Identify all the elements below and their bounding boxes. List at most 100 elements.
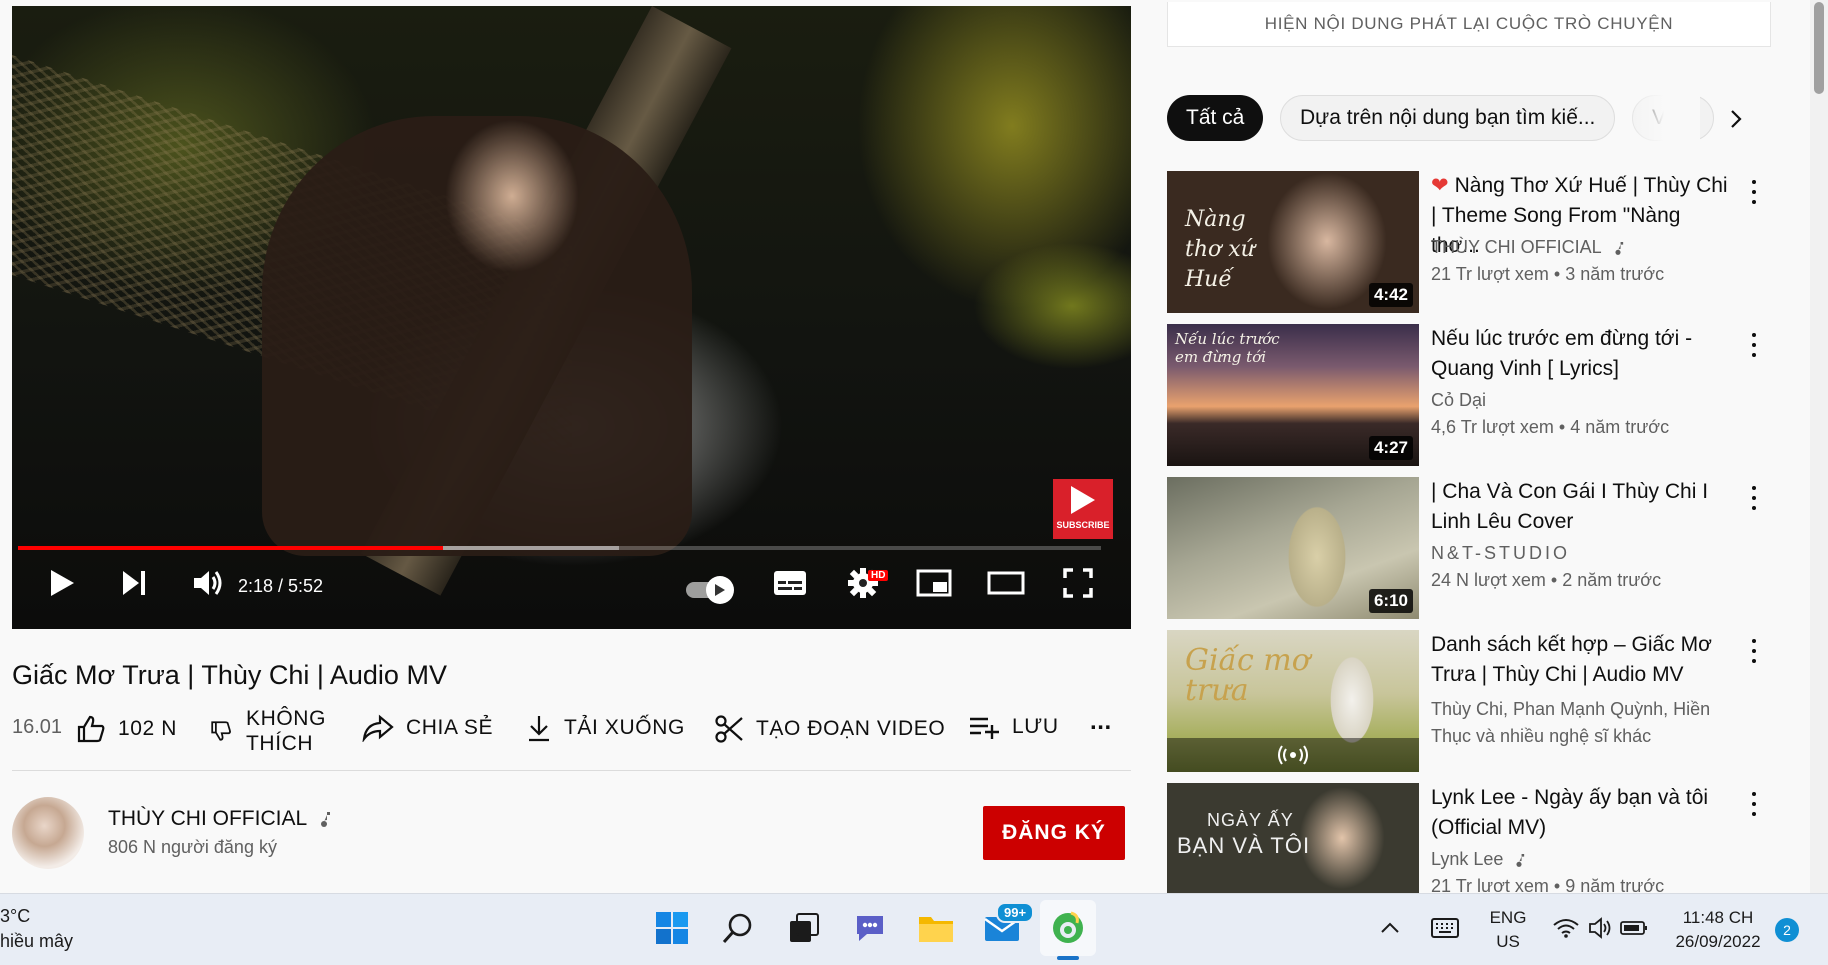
recommendation-title: Nếu lúc trước em đừng tới - Quang Vinh [… [1431,327,1693,380]
recommendation-item[interactable]: 6:10 | Cha Và Con Gái I Thùy Chi I Linh … [1167,477,1767,619]
recommendation-item[interactable]: Nếu lúc trước em đừng tới 4:27 Nếu lúc t… [1167,324,1767,466]
more-vert-button[interactable] [1744,636,1764,666]
chip-based-on-search[interactable]: Dựa trên nội dung bạn tìm kiế... [1280,95,1616,141]
recommendation-channel-text: Lynk Lee [1431,849,1504,869]
input-language-indicator[interactable]: ENG US [1488,906,1528,954]
music-note-icon [1615,241,1623,255]
channel-avatar[interactable] [12,797,84,869]
like-count: 102 N [118,717,178,740]
more-vert-button[interactable] [1744,483,1764,513]
weather-widget[interactable]: 3°C hiều mây [0,904,73,954]
chat-app-button[interactable] [850,908,890,948]
next-button[interactable] [114,567,154,599]
recommendation-channel[interactable]: Cỏ Dại [1431,390,1486,411]
music-note-icon [321,812,331,827]
recommendation-title: | Cha Và Con Gái I Thùy Chi I Linh Lêu C… [1431,480,1709,533]
recommendation-channel[interactable]: Lynk Lee [1431,849,1525,870]
video-thumbnail[interactable]: 6:10 [1167,477,1419,619]
active-app-indicator [1057,956,1079,960]
page-scrollbar[interactable] [1810,0,1828,893]
clock-time: 11:48 CH [1682,908,1754,927]
theater-mode-button[interactable] [984,567,1028,599]
show-hidden-icons-button[interactable] [1370,908,1410,948]
task-view-button[interactable] [784,908,824,948]
save-label: LƯU [1012,715,1059,738]
clip-button[interactable]: TẠO ĐOẠN VIDEO [714,714,945,744]
mix-artists-line1: Thùy Chi, Phan Mạnh Quỳnh, Hiền [1431,699,1711,719]
mix-thumbnail[interactable]: Giấc mơ trưa [1167,630,1419,772]
weather-temperature: 3°C [0,906,31,926]
time-display: 2:18 / 5:52 [238,576,324,596]
video-thumbnail[interactable]: NGÀY ẤY BẠN VÀ TÔI [1167,783,1419,893]
volume-icon [194,571,222,595]
recommendation-meta: 4,6 Tr lượt xem • 4 năm trước [1431,417,1670,437]
clip-label: TẠO ĐOẠN VIDEO [756,717,946,740]
dot-icon [1752,659,1756,663]
search-button[interactable] [718,908,758,948]
chip-all[interactable]: Tất cả [1167,95,1264,141]
file-explorer-button[interactable] [916,908,956,948]
recommendation-meta: 24 N lượt xem • 2 năm trước [1431,570,1662,590]
video-duration: 4:27 [1368,436,1413,460]
miniplayer-icon [916,569,952,597]
more-actions-button[interactable]: ... [1090,708,1112,736]
save-button[interactable]: LƯU [968,714,1059,740]
more-vert-button[interactable] [1744,789,1764,819]
skip-next-icon [123,571,145,595]
thumbnail-line2: BẠN VÀ TÔI [1177,833,1311,858]
dislike-label-line1: KHÔNG [246,707,327,730]
dislike-label-line2: THÍCH [246,732,314,755]
playlist-add-icon [970,717,999,739]
touch-keyboard-button[interactable] [1425,908,1465,948]
mix-artists-line2: Thục và nhiều nghệ sĩ khác [1431,726,1652,746]
like-button[interactable]: 102 N [76,714,177,744]
upload-age: 2 năm trước [1562,570,1662,590]
share-button[interactable]: CHIA SẺ [362,714,493,742]
channel-name[interactable]: THÙY CHI OFFICIAL [108,807,331,831]
battery-button[interactable] [1614,908,1654,948]
clock[interactable]: 11:48 CH 26/09/2022 [1664,906,1772,954]
recommendation-channel[interactable]: N&T-STUDIO [1431,543,1570,564]
scrollbar-thumb[interactable] [1814,2,1824,94]
keyboard-icon [1431,918,1459,938]
subscribe-button[interactable]: ĐĂNG KÝ [983,806,1125,860]
fullscreen-button[interactable] [1056,567,1100,599]
thumbnail-title-text: Nếu lúc trước em đừng tới [1175,330,1280,366]
more-horizontal-icon: ... [1090,708,1112,735]
video-thumbnail[interactable]: Nếu lúc trước em đừng tới 4:27 [1167,324,1419,466]
coc-coc-browser-button[interactable] [1048,908,1088,948]
recommendation-item[interactable]: Giấc mơ trưa Danh sách kết hợp – Giấc Mơ… [1167,630,1767,772]
dot-icon [1752,802,1756,806]
chips-next-button[interactable] [1720,103,1752,135]
folder-icon [919,917,953,942]
dot-icon [1752,639,1756,643]
video-player[interactable]: SUBSCRIBE [12,6,1131,629]
dislike-button[interactable]: KHÔNG THÍCH [210,706,326,756]
progress-bar[interactable] [18,546,1101,550]
download-button[interactable]: TẢI XUỐNG [526,714,685,742]
dot-icon [1752,486,1756,490]
thumbs-up-icon [77,715,105,743]
notification-badge[interactable]: 2 [1775,918,1799,942]
start-button[interactable] [652,908,692,948]
more-vert-button[interactable] [1744,330,1764,360]
subscribe-watermark[interactable]: SUBSCRIBE [1053,479,1113,539]
wifi-icon [1553,919,1579,938]
more-vert-button[interactable] [1744,177,1764,207]
share-arrow-icon [362,714,394,742]
broadcast-icon [1278,745,1308,765]
video-thumbnail[interactable]: Nàng thơ xứ Huế 4:42 [1167,171,1419,313]
recommendation-item[interactable]: NGÀY ẤY BẠN VÀ TÔI Lynk Lee - Ngày ấy bạ… [1167,783,1767,893]
dot-icon [1752,812,1756,816]
recommendation-item[interactable]: Nàng thơ xứ Huế 4:42 ❤ Nàng Thơ Xứ Huế | … [1167,171,1767,313]
show-chat-replay-button[interactable]: HIỆN NỘI DUNG PHÁT LẠI CUỘC TRÒ CHUYỆN [1167,2,1771,47]
recommendation-channel[interactable]: THÙY CHI OFFICIAL [1431,237,1624,258]
language-region: US [1496,932,1520,951]
autoplay-toggle[interactable] [686,576,734,604]
captions-button[interactable] [768,567,812,599]
play-button[interactable] [42,567,82,599]
play-icon [715,584,725,596]
upload-date: 16.01 [12,716,63,738]
miniplayer-button[interactable] [912,567,956,599]
volume-button[interactable] [188,567,228,599]
